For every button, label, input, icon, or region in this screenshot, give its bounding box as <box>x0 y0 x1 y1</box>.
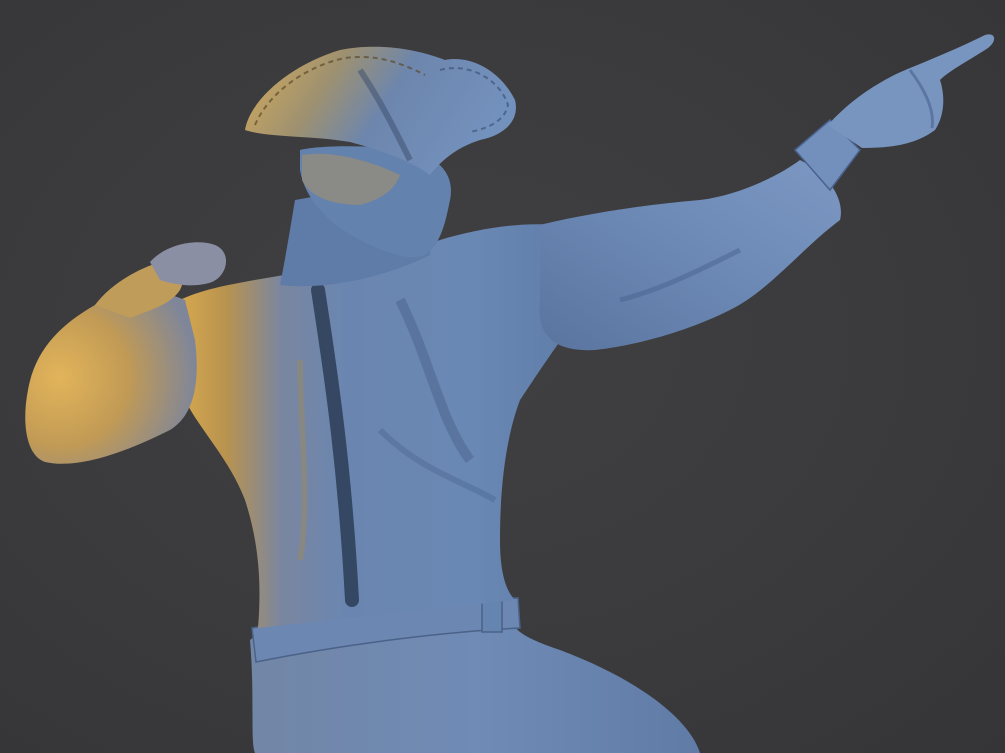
pointing-hand <box>828 34 995 148</box>
left-arm <box>25 290 197 464</box>
left-fist <box>150 242 227 286</box>
render-viewport <box>0 0 1005 753</box>
sculpt-figure <box>25 34 995 753</box>
upper-arm <box>539 160 841 351</box>
torso <box>175 224 601 629</box>
